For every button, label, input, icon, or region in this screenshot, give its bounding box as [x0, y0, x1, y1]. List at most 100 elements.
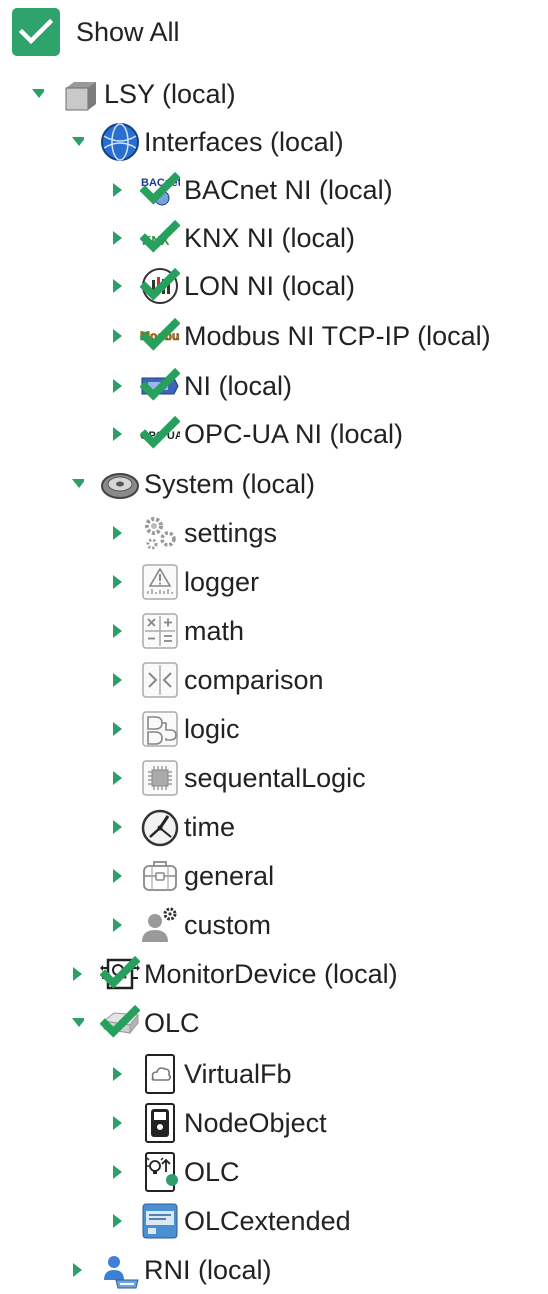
olc-device-icon: [100, 1003, 140, 1043]
chevron-right-icon[interactable]: [112, 721, 124, 737]
tree-node-label: OLCextended: [184, 1205, 351, 1236]
chevron-right-icon[interactable]: [112, 868, 124, 884]
monitor-device-icon: [100, 954, 140, 994]
chevron-down-icon[interactable]: [72, 1015, 84, 1031]
chip-icon: [140, 758, 180, 798]
tree-node-olcextended[interactable]: OLCextended: [112, 1197, 351, 1245]
check-badge-icon: [140, 415, 180, 449]
chevron-right-icon[interactable]: [112, 672, 124, 688]
user-gear-icon: [140, 905, 180, 945]
chevron-right-icon[interactable]: [112, 182, 124, 198]
chevron-right-icon[interactable]: [112, 525, 124, 541]
tree-node-label: custom: [184, 909, 272, 940]
checkmark-icon: [19, 19, 53, 45]
tree-node-lsy[interactable]: LSY (local): [32, 70, 236, 118]
show-all-label: Show All: [76, 16, 180, 47]
tree-node-opcua[interactable]: OPC UA OPC-UA NI (local): [112, 410, 403, 458]
logic-gate-icon: [140, 709, 180, 749]
tree-node-label: LON NI (local): [184, 270, 356, 301]
tree-node-label: OLC: [144, 1007, 200, 1038]
tree-node-settings[interactable]: settings: [112, 509, 277, 557]
tree-node-logger[interactable]: logger: [112, 558, 259, 606]
modbus-icon: Modbus: [140, 316, 180, 356]
tree-node-general[interactable]: general: [112, 852, 274, 900]
tree-node-system[interactable]: System (local): [72, 460, 315, 508]
tree-node-olc-child[interactable]: OLC: [112, 1148, 240, 1196]
tree-node-label: Modbus NI TCP-IP (local): [184, 320, 491, 351]
tree-node-label: time: [184, 811, 236, 842]
lon-icon: [140, 266, 180, 306]
cloud-device-icon: [140, 1054, 180, 1094]
tree-node-time[interactable]: time: [112, 803, 235, 851]
tree-node-modbus[interactable]: Modbus Modbus NI TCP-IP (local): [112, 312, 491, 360]
chevron-right-icon[interactable]: [112, 378, 124, 394]
tree-node-ni[interactable]: NI (local): [112, 362, 292, 410]
tree-node-label: comparison: [184, 664, 324, 695]
chevron-right-icon[interactable]: [72, 1262, 84, 1278]
knx-icon: KNX: [140, 218, 180, 258]
tree-node-bacnet[interactable]: BACnet BACnet NI (local): [112, 166, 393, 214]
check-badge-icon: [100, 1004, 140, 1038]
tree-node-label: KNX NI (local): [184, 222, 356, 253]
show-all-checkbox[interactable]: [12, 8, 60, 56]
tree-node-label: VirtualFb: [184, 1058, 292, 1089]
system-disk-icon: [100, 464, 140, 504]
tree-node-virtualfb[interactable]: VirtualFb: [112, 1050, 292, 1098]
network-interface-icon: [140, 366, 180, 406]
chevron-down-icon[interactable]: [32, 86, 44, 102]
tree-node-label: LSY (local): [104, 78, 236, 109]
tree-node-comparison[interactable]: comparison: [112, 656, 324, 704]
chevron-right-icon[interactable]: [72, 966, 84, 982]
tree-node-label: MonitorDevice (local): [144, 958, 398, 989]
tree-node-lon[interactable]: LON NI (local): [112, 262, 355, 310]
chevron-right-icon[interactable]: [112, 574, 124, 590]
status-dot-icon: [166, 1174, 178, 1186]
olc-extended-icon: [140, 1201, 180, 1241]
tree-node-monitordevice[interactable]: MonitorDevice (local): [72, 950, 398, 998]
chevron-right-icon[interactable]: [112, 819, 124, 835]
chevron-right-icon[interactable]: [112, 1066, 124, 1082]
show-all-toggle[interactable]: Show All: [12, 8, 180, 56]
toolbox-icon: [140, 856, 180, 896]
check-badge-icon: [140, 317, 180, 351]
tree-node-math[interactable]: math: [112, 607, 244, 655]
tree-node-logic[interactable]: logic: [112, 705, 240, 753]
tree-node-label: NodeObject: [184, 1107, 327, 1138]
tree-node-custom[interactable]: custom: [112, 901, 271, 949]
tree-node-label: BACnet NI (local): [184, 174, 393, 205]
chevron-right-icon[interactable]: [112, 328, 124, 344]
tree-node-nodeobject[interactable]: NodeObject: [112, 1099, 327, 1147]
tree-node-label: sequentalLogic: [184, 762, 366, 793]
chevron-right-icon[interactable]: [112, 278, 124, 294]
chevron-right-icon[interactable]: [112, 623, 124, 639]
tree-node-interfaces[interactable]: Interfaces (local): [72, 118, 344, 166]
chevron-right-icon[interactable]: [112, 917, 124, 933]
globe-icon: [100, 122, 140, 162]
chevron-right-icon[interactable]: [112, 1213, 124, 1229]
gears-icon: [140, 513, 180, 553]
check-badge-icon: [140, 367, 180, 401]
tree-node-sequentallogic[interactable]: sequentalLogic: [112, 754, 366, 802]
comparison-icon: [140, 660, 180, 700]
tree-node-label: OPC-UA NI (local): [184, 418, 404, 449]
lamp-controller-icon: [140, 1152, 180, 1192]
tree-node-olc[interactable]: OLC: [72, 999, 200, 1047]
check-badge-icon: [100, 955, 140, 989]
tree-node-label: RNI (local): [144, 1254, 272, 1285]
logger-icon: [140, 562, 180, 602]
chevron-right-icon[interactable]: [112, 770, 124, 786]
chevron-right-icon[interactable]: [112, 1115, 124, 1131]
tree-node-knx[interactable]: KNX KNX NI (local): [112, 214, 355, 262]
chevron-down-icon[interactable]: [72, 476, 84, 492]
tree-node-label: settings: [184, 517, 278, 548]
chevron-right-icon[interactable]: [112, 230, 124, 246]
tree-node-rni[interactable]: RNI (local): [72, 1246, 272, 1294]
node-device-icon: [140, 1103, 180, 1143]
tree-node-label: OLC: [184, 1156, 240, 1187]
check-badge-icon: [140, 171, 180, 205]
remote-network-icon: [100, 1250, 140, 1290]
chevron-down-icon[interactable]: [72, 134, 84, 150]
chevron-right-icon[interactable]: [112, 1164, 124, 1180]
tree-node-label: logic: [184, 713, 240, 744]
chevron-right-icon[interactable]: [112, 426, 124, 442]
